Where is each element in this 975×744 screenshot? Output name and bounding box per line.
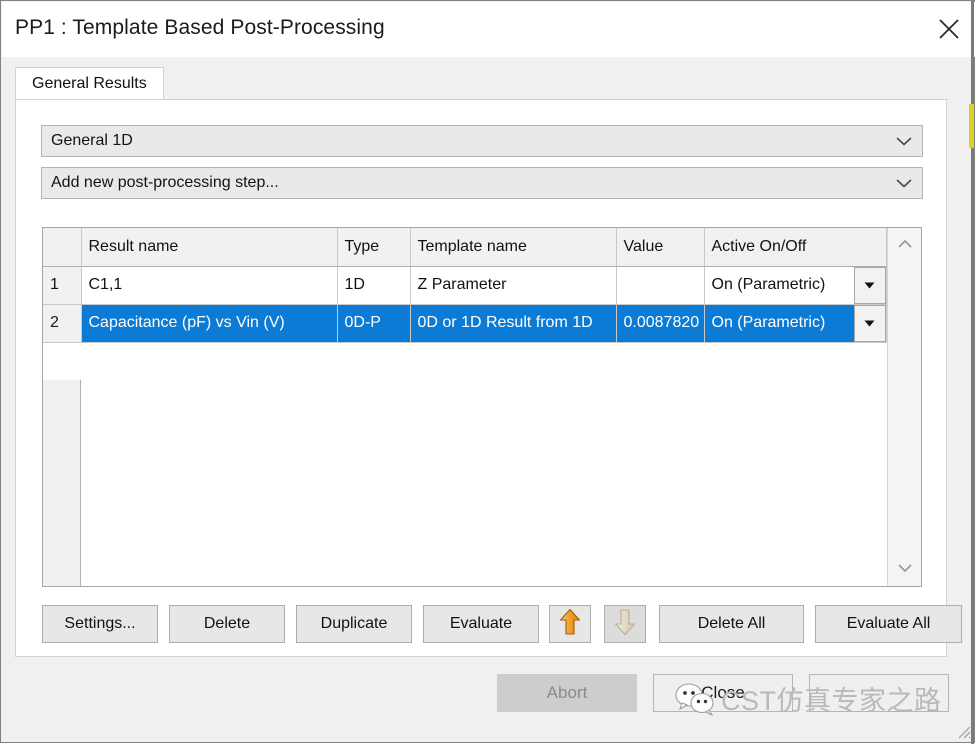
close-button[interactable]: Close: [653, 674, 793, 712]
column-header-type[interactable]: Type: [337, 228, 411, 267]
table-row[interactable]: 2 Capacitance (pF) vs Vin (V) 0D-P 0D or…: [43, 304, 887, 343]
table-empty-area: [43, 380, 921, 586]
add-step-value: Add new post-processing step...: [51, 174, 279, 191]
active-combobox[interactable]: On (Parametric): [704, 266, 885, 303]
cell-active[interactable]: On (Parametric): [704, 266, 887, 305]
close-x-icon: [936, 16, 962, 42]
abort-button-label: Abort: [546, 683, 588, 702]
delete-button[interactable]: Delete: [169, 605, 285, 643]
row-number: 2: [43, 304, 82, 343]
abort-button[interactable]: Abort: [497, 674, 637, 712]
caret-down-icon[interactable]: [853, 304, 885, 341]
delete-all-button[interactable]: Delete All: [659, 605, 804, 643]
window-close-button[interactable]: [923, 2, 975, 56]
settings-button[interactable]: Settings...: [42, 605, 158, 643]
table-rownum-gutter: [43, 380, 81, 586]
cell-type[interactable]: 1D: [337, 266, 411, 305]
tab-panel-general-results: General 1D Add new post-processing step.…: [15, 99, 962, 657]
table-corner-cell: [43, 228, 82, 267]
row-number: 1: [43, 266, 82, 305]
result-tree-combobox[interactable]: General 1D: [41, 125, 923, 157]
cell-active[interactable]: On (Parametric): [704, 304, 887, 343]
active-value: On (Parametric): [704, 304, 854, 341]
evaluate-all-button-label: Evaluate All: [846, 615, 931, 632]
title-bar: PP1 : Template Based Post-Processing: [2, 2, 975, 57]
evaluate-button[interactable]: Evaluate: [423, 605, 539, 643]
close-button-label: Close: [701, 683, 745, 702]
tab-strip: General Results: [15, 67, 947, 100]
move-down-button[interactable]: [604, 605, 646, 643]
cell-template-name[interactable]: 0D or 1D Result from 1D: [410, 304, 617, 343]
results-grid: Result name Type Template name Value Act…: [43, 228, 887, 343]
evaluate-all-button[interactable]: Evaluate All: [815, 605, 962, 643]
tab-general-results[interactable]: General Results: [15, 67, 164, 100]
help-button[interactable]: [809, 674, 949, 712]
chevron-down-icon: [886, 168, 922, 198]
column-header-result-name[interactable]: Result name: [81, 228, 338, 267]
settings-button-label: Settings...: [64, 615, 136, 632]
scroll-up-button[interactable]: [888, 228, 921, 262]
duplicate-button[interactable]: Duplicate: [296, 605, 412, 643]
chevron-down-icon: [897, 560, 913, 578]
cell-result-name[interactable]: Capacitance (pF) vs Vin (V): [81, 304, 338, 343]
active-value: On (Parametric): [704, 266, 854, 303]
table-vertical-scrollbar[interactable]: [887, 228, 921, 586]
chevron-up-icon: [897, 236, 913, 254]
active-combobox[interactable]: On (Parametric): [704, 304, 885, 341]
column-header-value[interactable]: Value: [616, 228, 705, 267]
move-up-button[interactable]: [549, 605, 591, 643]
cell-template-name[interactable]: Z Parameter: [410, 266, 617, 305]
scroll-down-button[interactable]: [888, 552, 921, 586]
window-title: PP1 : Template Based Post-Processing: [15, 16, 385, 39]
arrow-down-icon: [614, 608, 636, 641]
chevron-down-icon: [886, 126, 922, 156]
arrow-up-icon: [559, 608, 581, 641]
column-header-active[interactable]: Active On/Off: [704, 228, 887, 267]
tab-label: General Results: [32, 75, 147, 92]
table-row[interactable]: 1 C1,1 1D Z Parameter On (Parametric): [43, 266, 887, 305]
add-step-combobox[interactable]: Add new post-processing step...: [41, 167, 923, 199]
column-header-template-name[interactable]: Template name: [410, 228, 617, 267]
evaluate-button-label: Evaluate: [449, 615, 513, 632]
resize-grip[interactable]: [955, 723, 971, 739]
duplicate-button-label: Duplicate: [320, 615, 388, 632]
results-table: Result name Type Template name Value Act…: [42, 227, 922, 587]
delete-all-button-label: Delete All: [697, 615, 766, 632]
post-processing-dialog: PP1 : Template Based Post-Processing Gen…: [0, 0, 975, 744]
cell-result-name[interactable]: C1,1: [81, 266, 338, 305]
background-yellow-marker: [969, 104, 974, 148]
cell-type[interactable]: 0D-P: [337, 304, 411, 343]
result-tree-value: General 1D: [51, 132, 133, 149]
delete-button-label: Delete: [203, 615, 251, 632]
cell-value[interactable]: [616, 266, 705, 305]
cell-value[interactable]: 0.0087820: [616, 304, 705, 343]
table-header-row: Result name Type Template name Value Act…: [43, 228, 887, 267]
dialog-footer: Abort Close: [1, 674, 975, 718]
caret-down-icon[interactable]: [853, 266, 885, 303]
